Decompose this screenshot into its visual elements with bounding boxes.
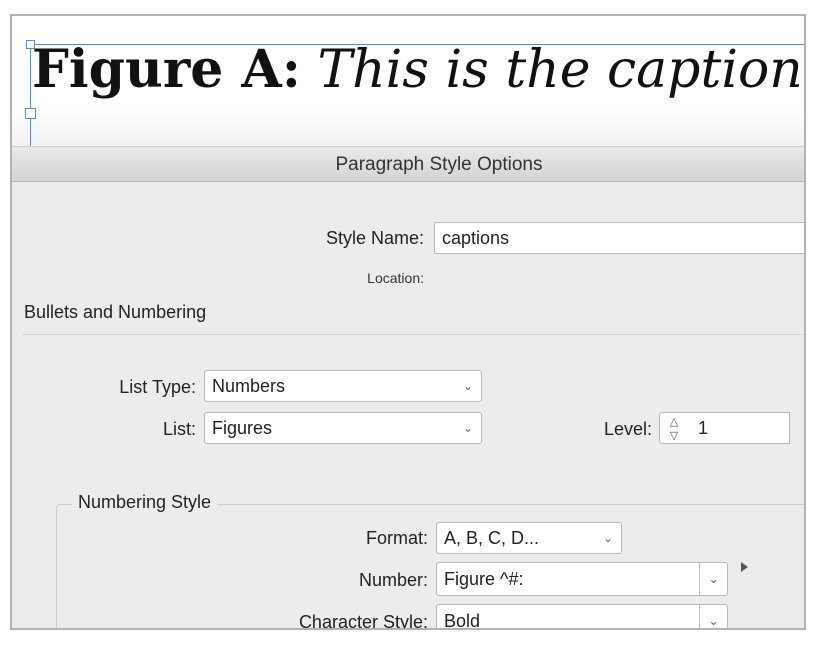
dialog-title: Paragraph Style Options [335,154,543,175]
caption-body: This is the caption. [317,40,806,100]
chevron-down-icon: ⌄ [462,379,473,393]
chevron-down-icon[interactable]: ⌄ [699,563,727,595]
location-label: Location: [367,270,424,286]
chevron-down-icon: ⌄ [602,531,613,545]
chevron-down-icon: ⌄ [462,421,473,435]
number-combo[interactable]: Figure ^#: ⌄ [436,562,728,596]
list-value: Figures [212,418,273,438]
format-value: A, B, C, D... [444,528,540,548]
caption-label: Figure A: [32,39,301,100]
style-name-input[interactable]: captions [434,222,804,254]
dialog-titlebar: Paragraph Style Options [12,146,804,182]
caption-text[interactable]: Figure A: This is the caption. [32,38,806,102]
format-label: Format: [365,528,428,548]
level-input[interactable]: 1 [688,412,790,444]
number-label: Number: [358,570,428,590]
section-divider [22,334,804,335]
document-canvas: Figure A: This is the caption. [12,16,806,146]
screenshot-frame: Figure A: This is the caption. Paragraph… [10,14,806,630]
list-type-value: Numbers [212,376,286,396]
list-label: List: [162,419,196,439]
numbering-style-title: Numbering Style [72,492,218,513]
section-title: Bullets and Numbering [24,302,207,322]
level-label: Level: [603,419,652,439]
triangle-right-icon[interactable] [741,562,748,572]
number-value: Figure ^#: [444,569,524,589]
style-name-label: Style Name: [325,228,424,248]
chevron-down-icon[interactable]: ⌄ [699,605,727,628]
character-style-label: Character Style: [298,612,428,630]
format-select[interactable]: A, B, C, D... ⌄ [436,522,622,554]
list-type-select[interactable]: Numbers ⌄ [204,370,482,402]
character-style-select[interactable]: Bold ⌄ [436,604,728,630]
character-style-value: Bold [444,611,481,630]
text-frame-in-port[interactable] [25,108,36,119]
dialog-panel: Style Name: captions Location: Bullets a… [12,182,804,630]
text-frame-left-edge [30,44,31,146]
stepper-arrows-icon[interactable]: △ ▽ [659,412,689,444]
list-select[interactable]: Figures ⌄ [204,412,482,444]
list-type-label: List Type: [119,377,196,397]
